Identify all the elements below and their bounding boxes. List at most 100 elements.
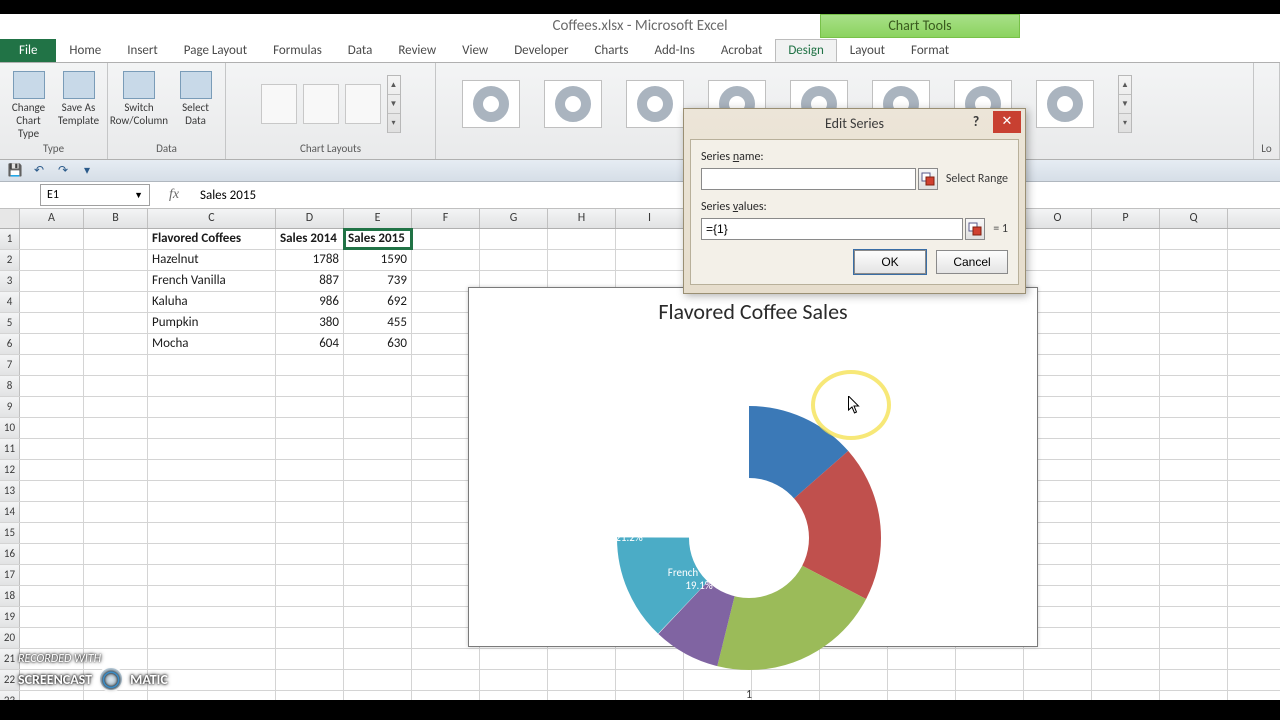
- cell[interactable]: 986: [276, 292, 344, 312]
- row-header[interactable]: 15: [0, 523, 20, 543]
- cell[interactable]: [1160, 586, 1228, 606]
- cell[interactable]: [84, 271, 148, 291]
- tab-acrobat[interactable]: Acrobat: [708, 39, 776, 62]
- cell[interactable]: [84, 691, 148, 700]
- range-picker-icon[interactable]: [965, 218, 985, 240]
- cell[interactable]: [84, 607, 148, 627]
- tab-home[interactable]: Home: [56, 39, 114, 62]
- cell[interactable]: 455: [344, 313, 412, 333]
- cell[interactable]: [20, 565, 84, 585]
- cell[interactable]: [84, 376, 148, 396]
- cell[interactable]: [84, 250, 148, 270]
- column-header[interactable]: I: [616, 209, 684, 228]
- cell[interactable]: [276, 397, 344, 417]
- cell[interactable]: [276, 376, 344, 396]
- row-header[interactable]: 10: [0, 418, 20, 438]
- row-header[interactable]: 18: [0, 586, 20, 606]
- cell[interactable]: [84, 544, 148, 564]
- cell[interactable]: [344, 691, 412, 700]
- cell[interactable]: Pumpkin: [148, 313, 276, 333]
- cell[interactable]: [1024, 691, 1092, 700]
- cell[interactable]: [1092, 334, 1160, 354]
- cell[interactable]: [1092, 271, 1160, 291]
- cell[interactable]: [276, 628, 344, 648]
- chart-style-thumb[interactable]: [462, 80, 520, 128]
- cell[interactable]: [84, 481, 148, 501]
- column-header[interactable]: E: [344, 209, 412, 228]
- cell[interactable]: Kaluha: [148, 292, 276, 312]
- cell[interactable]: [20, 418, 84, 438]
- cell[interactable]: [1160, 292, 1228, 312]
- column-header[interactable]: G: [480, 209, 548, 228]
- cell[interactable]: [956, 670, 1024, 690]
- cell[interactable]: [276, 649, 344, 669]
- fx-icon[interactable]: fx: [164, 187, 184, 203]
- cell[interactable]: [412, 691, 480, 700]
- cell[interactable]: [20, 460, 84, 480]
- cell[interactable]: [1092, 649, 1160, 669]
- cell[interactable]: 1590: [344, 250, 412, 270]
- chart-style-thumb[interactable]: [1036, 80, 1094, 128]
- cell[interactable]: [84, 397, 148, 417]
- cell[interactable]: [1024, 649, 1092, 669]
- redo-icon[interactable]: ↷: [54, 163, 72, 179]
- column-header[interactable]: A: [20, 209, 84, 228]
- cell[interactable]: [1160, 544, 1228, 564]
- cell[interactable]: [20, 250, 84, 270]
- qat-customize-icon[interactable]: ▾: [78, 163, 96, 179]
- column-header[interactable]: H: [548, 209, 616, 228]
- cell[interactable]: [148, 397, 276, 417]
- chart-style-thumb[interactable]: [626, 80, 684, 128]
- cell[interactable]: [1160, 670, 1228, 690]
- cell[interactable]: [148, 355, 276, 375]
- cell[interactable]: [84, 313, 148, 333]
- cell[interactable]: [276, 544, 344, 564]
- cell[interactable]: [1160, 334, 1228, 354]
- cell[interactable]: [1160, 460, 1228, 480]
- switch-row-column-button[interactable]: Switch Row/Column: [114, 67, 164, 140]
- cell[interactable]: [1092, 460, 1160, 480]
- worksheet-grid[interactable]: ABCDEFGHIJKLMNOPQ 1Flavored CoffeesSales…: [0, 209, 1280, 700]
- cell[interactable]: [956, 691, 1024, 700]
- cell[interactable]: [344, 397, 412, 417]
- row-header[interactable]: 14: [0, 502, 20, 522]
- cancel-button[interactable]: Cancel: [936, 250, 1008, 274]
- cell[interactable]: [1160, 355, 1228, 375]
- cell[interactable]: [148, 691, 276, 700]
- chart-layout-thumb[interactable]: [261, 84, 297, 124]
- cell[interactable]: [276, 670, 344, 690]
- cell[interactable]: [344, 481, 412, 501]
- cell[interactable]: [20, 271, 84, 291]
- cell[interactable]: [1092, 586, 1160, 606]
- dialog-help-button[interactable]: ?: [963, 111, 989, 133]
- cell[interactable]: [20, 523, 84, 543]
- row-header[interactable]: 12: [0, 460, 20, 480]
- row-header[interactable]: 16: [0, 544, 20, 564]
- cell[interactable]: [1092, 544, 1160, 564]
- cell[interactable]: [1092, 250, 1160, 270]
- cell[interactable]: [276, 439, 344, 459]
- series-name-input[interactable]: [701, 168, 916, 190]
- cell[interactable]: [1160, 439, 1228, 459]
- chart-layouts-more-button[interactable]: ▲▼▾: [387, 75, 401, 133]
- cell[interactable]: [1160, 271, 1228, 291]
- row-header[interactable]: 3: [0, 271, 20, 291]
- column-header[interactable]: Q: [1160, 209, 1228, 228]
- cell[interactable]: [1160, 607, 1228, 627]
- cell[interactable]: [276, 523, 344, 543]
- column-header[interactable]: D: [276, 209, 344, 228]
- cell[interactable]: [956, 649, 1024, 669]
- cell[interactable]: [1160, 418, 1228, 438]
- cell[interactable]: [1160, 229, 1228, 249]
- chart-title[interactable]: Flavored Coffee Sales: [469, 288, 1037, 329]
- cell[interactable]: [1160, 502, 1228, 522]
- chart-styles-more-button[interactable]: ▲▼▾: [1118, 75, 1132, 133]
- cell[interactable]: Hazelnut: [148, 250, 276, 270]
- tab-page-layout[interactable]: Page Layout: [171, 39, 260, 62]
- cell[interactable]: [20, 355, 84, 375]
- undo-icon[interactable]: ↶: [30, 163, 48, 179]
- cell[interactable]: [276, 460, 344, 480]
- cell[interactable]: [276, 418, 344, 438]
- cell[interactable]: [276, 565, 344, 585]
- cell[interactable]: [344, 565, 412, 585]
